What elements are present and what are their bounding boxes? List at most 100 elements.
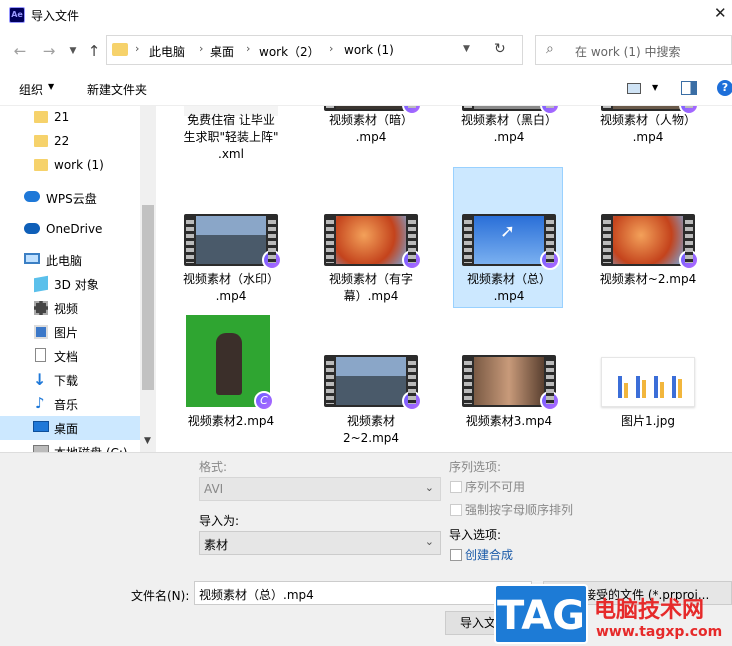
breadcrumb-separator-icon: ›: [329, 42, 334, 55]
file-tile[interactable]: C 视频素材（水印） .mp4: [176, 212, 286, 312]
file-tile-selected[interactable]: C ➚ 视频素材（总） .mp4: [453, 167, 563, 308]
organize-button[interactable]: 组织: [19, 81, 43, 98]
window-title: 导入文件: [31, 9, 80, 23]
breadcrumb-desktop[interactable]: 桌面: [210, 43, 234, 60]
recent-locations-chevron-icon[interactable]: ▼: [62, 40, 84, 62]
file-name: 视频素材 2~2.mp4: [342, 414, 400, 445]
sequence-checkbox: [450, 481, 462, 493]
drive-icon: [33, 445, 49, 452]
nav-item-label: 文档: [54, 350, 79, 364]
sequence-options-label: 序列选项:: [449, 460, 502, 474]
documents-icon: [35, 348, 46, 362]
file-tile[interactable]: C 视频素材（暗）.mp4: [316, 106, 426, 166]
file-tile[interactable]: 图片1.jpg: [593, 353, 703, 452]
file-name: 视频素材（水印） .mp4: [182, 272, 279, 303]
format-label: 格式:: [199, 460, 228, 474]
nav-item-3d-objects[interactable]: 3D 对象: [0, 272, 140, 296]
force-alpha-order-label: 强制按字母顺序排列: [465, 503, 574, 517]
scroll-down-chevron-icon[interactable]: ▼: [144, 436, 151, 446]
nav-item-label: 本地磁盘 (C:): [54, 444, 128, 452]
file-tile[interactable]: C 视频素材2.mp4: [176, 315, 286, 435]
file-tile[interactable]: C 视频素材（黑白）.mp4: [454, 106, 564, 166]
up-arrow-icon[interactable]: ↑: [83, 40, 105, 62]
file-tile[interactable]: C 视频素材3.mp4: [454, 353, 564, 452]
preview-pane-icon[interactable]: [681, 81, 697, 95]
import-options-label: 导入选项:: [449, 528, 502, 542]
nav-item-downloads[interactable]: ↓ 下载: [0, 368, 140, 392]
format-select: AVI ⌄: [199, 477, 441, 501]
creative-cloud-badge-icon: C: [679, 250, 699, 270]
nav-scrollbar-thumb[interactable]: [142, 205, 154, 390]
nav-item-onedrive[interactable]: OneDrive: [0, 218, 140, 242]
creative-cloud-badge-icon: C: [254, 391, 274, 411]
forward-arrow-icon[interactable]: →: [38, 40, 60, 62]
file-name: 视频素材（黑白） .mp4: [460, 113, 557, 144]
nav-item-music[interactable]: ♪ 音乐: [0, 392, 140, 416]
file-tile[interactable]: C 视频素材（人物）.mp4: [593, 106, 703, 166]
import-as-select[interactable]: 素材 ⌄: [199, 531, 441, 555]
new-folder-button[interactable]: 新建文件夹: [87, 81, 147, 98]
breadcrumb-work-1[interactable]: work (1): [344, 43, 394, 57]
navigation-pane: 21 22 work (1) WPS云盘 OneDrive 此电脑 3D 对象 …: [0, 106, 156, 452]
watermark-logo: TAG: [494, 584, 588, 644]
file-tile[interactable]: C 视频素材 2~2.mp4: [316, 353, 426, 452]
refresh-icon[interactable]: ↻: [494, 41, 506, 57]
close-icon[interactable]: ✕: [714, 4, 727, 22]
video-thumbnail-icon: C: [324, 355, 422, 411]
nav-item-label: 21: [54, 110, 70, 124]
nav-item-22[interactable]: 22: [0, 130, 140, 154]
view-options-chevron-icon[interactable]: ▼: [652, 83, 658, 92]
nav-item-this-pc[interactable]: 此电脑: [0, 248, 140, 272]
nav-item-wps-cloud[interactable]: WPS云盘: [0, 186, 140, 210]
file-name: 视频素材~2.mp4: [599, 272, 697, 286]
file-tile[interactable]: C 视频素材（有字 幕）.mp4: [316, 212, 426, 312]
back-arrow-icon[interactable]: ←: [9, 40, 31, 62]
search-box[interactable]: ⌕ 在 work (1) 中搜索: [535, 35, 732, 65]
creative-cloud-badge-icon: C: [540, 391, 560, 411]
filename-input[interactable]: 视频素材（总）.mp4: [194, 581, 532, 605]
nav-item-label: WPS云盘: [46, 192, 97, 206]
filename-label: 文件名(N):: [131, 589, 190, 603]
nav-item-work-1[interactable]: work (1): [0, 154, 140, 178]
address-bar[interactable]: › 此电脑 › 桌面 › work（2） › work (1) ▼: [106, 35, 523, 65]
nav-item-desktop[interactable]: 桌面: [0, 416, 140, 440]
folder-icon: [34, 159, 48, 171]
help-icon[interactable]: ?: [717, 80, 732, 96]
folder-icon: [34, 135, 48, 147]
nav-item-pictures[interactable]: 图片: [0, 320, 140, 344]
nav-item-label: work (1): [54, 158, 104, 172]
change-view-icon[interactable]: [627, 83, 641, 94]
file-tile[interactable]: 免费住宿 让毕业 生求职"轻装上阵" .xml: [176, 106, 286, 166]
image-thumbnail-icon: [601, 357, 695, 407]
search-input[interactable]: 在 work (1) 中搜索: [575, 43, 680, 60]
nav-item-21[interactable]: 21: [0, 106, 140, 130]
command-toolbar: 组织 ▼ 新建文件夹 ▼ ?: [0, 72, 732, 106]
video-thumbnail-icon: C: [184, 214, 282, 270]
cloud-icon: [24, 191, 40, 202]
sequence-unavailable-label: 序列不可用: [465, 480, 526, 494]
create-comp-checkbox[interactable]: [450, 549, 462, 561]
breadcrumb-separator-icon: ›: [199, 42, 204, 55]
nav-item-label: 下载: [54, 374, 79, 388]
folder-icon: [34, 111, 48, 123]
file-name: 视频素材（总） .mp4: [466, 272, 551, 303]
nav-item-label: 此电脑: [46, 254, 83, 268]
file-tile[interactable]: C 视频素材~2.mp4: [593, 212, 703, 312]
breadcrumb-this-pc[interactable]: 此电脑: [149, 43, 185, 60]
address-dropdown-chevron-icon[interactable]: ▼: [463, 44, 470, 54]
video-icon: [34, 301, 48, 315]
watermark-brand: 电脑技术网: [594, 598, 705, 623]
pictures-icon: [34, 325, 48, 339]
organize-chevron-icon[interactable]: ▼: [48, 82, 54, 91]
nav-item-label: 图片: [54, 326, 79, 340]
create-comp-label[interactable]: 创建合成: [465, 546, 513, 563]
nav-item-documents[interactable]: 文档: [0, 344, 140, 368]
nav-item-videos[interactable]: 视频: [0, 296, 140, 320]
video-thumbnail-icon: C: [324, 106, 422, 115]
breadcrumb-work-2[interactable]: work（2）: [259, 43, 320, 60]
video-thumbnail-icon: C: [601, 214, 699, 270]
breadcrumb-separator-icon: ›: [135, 42, 140, 55]
music-icon: ♪: [35, 394, 45, 412]
chevron-down-icon: ⌄: [424, 535, 434, 548]
nav-item-local-disk-c[interactable]: 本地磁盘 (C:): [0, 440, 140, 452]
